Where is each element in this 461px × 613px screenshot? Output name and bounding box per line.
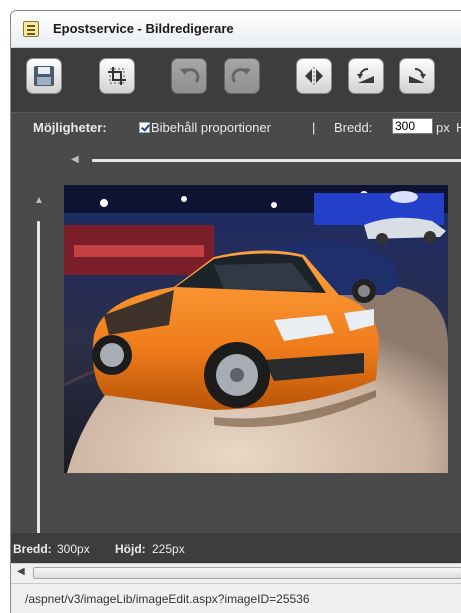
floppy-disk-icon <box>34 66 54 86</box>
save-button[interactable] <box>26 58 62 94</box>
height-label: H <box>456 120 461 135</box>
footer-width-label: Bredd: <box>13 542 52 556</box>
crop-button[interactable] <box>99 58 135 94</box>
window-title: Epostservice - Bildredigerare <box>53 21 234 36</box>
document-icon <box>23 21 39 37</box>
toolbar <box>11 48 461 112</box>
ruler-left-arrow-icon[interactable]: ◀ <box>71 154 79 165</box>
footer-height-label: Höjd: <box>115 542 146 556</box>
keep-proportions-checkbox[interactable] <box>139 122 150 133</box>
horizontal-resize-slider[interactable] <box>92 159 461 162</box>
options-bar: Möjligheter: Bibehåll proportioner | Bre… <box>11 112 461 143</box>
flip-horizontal-button[interactable] <box>296 58 332 94</box>
flip-horizontal-icon <box>305 67 323 85</box>
rotate-left-icon <box>357 67 374 83</box>
title-bar: Epostservice - Bildredigerare <box>11 11 461 48</box>
width-unit: px <box>436 120 450 135</box>
options-label: Möjligheter: <box>33 120 107 135</box>
car-photo <box>64 185 448 473</box>
redo-button[interactable] <box>224 58 260 94</box>
edited-image <box>64 185 448 473</box>
image-size-footer: Bredd: 300px Höjd: 225px <box>11 533 461 563</box>
width-label: Bredd: <box>334 120 373 135</box>
width-input[interactable]: 300 <box>392 118 433 134</box>
rotate-left-button[interactable] <box>348 58 384 94</box>
vertical-resize-slider[interactable] <box>37 221 40 543</box>
status-url: /aspnet/v3/imageLib/imageEdit.aspx?image… <box>25 592 310 606</box>
status-bar: /aspnet/v3/imageLib/imageEdit.aspx?image… <box>11 583 461 613</box>
footer-width-value: 300px <box>57 542 90 556</box>
footer-height-value: 225px <box>152 542 185 556</box>
horizontal-scrollbar[interactable]: ◀ <box>11 563 461 583</box>
undo-icon <box>180 68 200 84</box>
crop-icon <box>108 67 126 85</box>
rotate-right-button[interactable] <box>399 58 435 94</box>
rotate-right-icon <box>409 67 426 83</box>
keep-proportions-label[interactable]: Bibehåll proportioner <box>151 120 271 135</box>
scrollbar-thumb[interactable] <box>33 567 461 579</box>
image-editor-window: Epostservice - Bildredigerare Möjlighete… <box>10 10 461 613</box>
scroll-left-icon[interactable]: ◀ <box>17 566 25 577</box>
undo-button[interactable] <box>171 58 207 94</box>
options-separator: | <box>312 120 316 135</box>
ruler-up-arrow-icon[interactable]: ▲ <box>34 195 44 206</box>
editor-canvas: ◀ ▲ <box>11 143 461 543</box>
redo-icon <box>231 68 251 84</box>
